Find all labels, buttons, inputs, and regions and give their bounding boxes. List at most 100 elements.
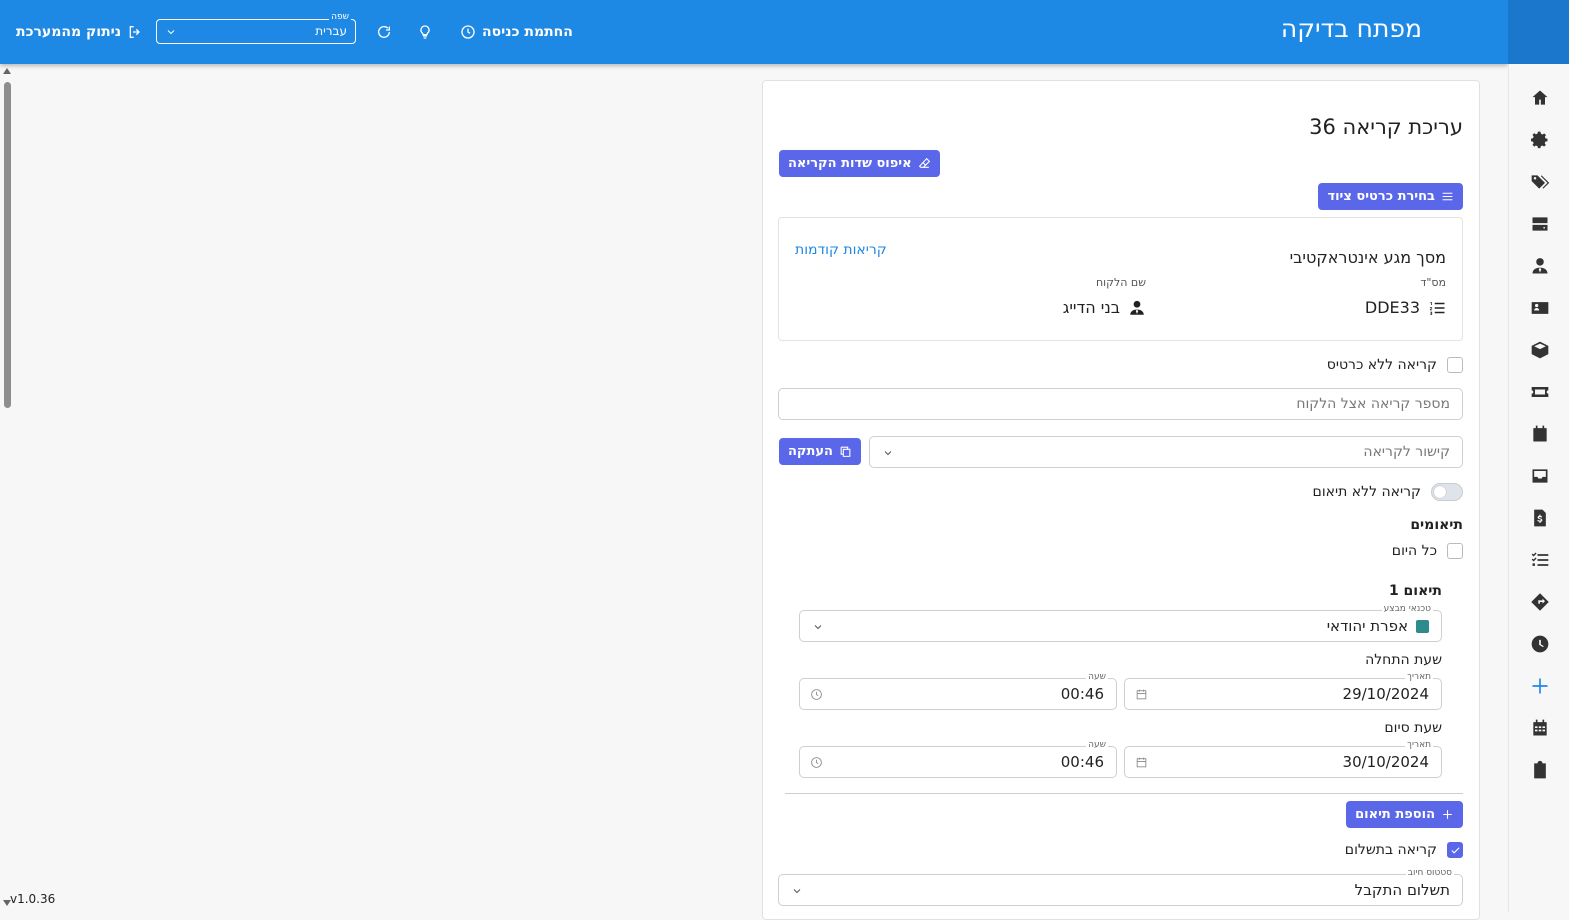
start-time-value: 00:46	[1060, 685, 1104, 703]
plus-icon	[1532, 678, 1548, 694]
edit-call-card: עריכת קריאה 36 איפוס שדות הקריאה בחירת כ…	[762, 80, 1480, 920]
paid-call-checkbox[interactable]: קריאה בתשלום	[1345, 842, 1463, 858]
entry-stamp-button[interactable]: החתמת כניסה	[460, 20, 573, 44]
sidebar-item-tasks[interactable]	[1528, 422, 1552, 446]
clock-icon	[811, 757, 822, 768]
invoice-dollar-icon	[1534, 509, 1546, 527]
home-icon	[1532, 90, 1548, 105]
reset-fields-label: איפוס שדות הקריאה	[788, 156, 912, 171]
sidebar-item-server[interactable]	[1528, 212, 1552, 236]
technician-color-swatch	[1416, 620, 1429, 633]
sidebar-item-technicians[interactable]	[1528, 254, 1552, 278]
calendar-icon	[1136, 757, 1147, 768]
no-schedule-toggle-row[interactable]: קריאה ללא תיאום	[1313, 483, 1463, 501]
scrollbar-thumb[interactable]	[4, 82, 11, 408]
end-time-input[interactable]: שעה 00:46	[799, 740, 1117, 778]
add-schedule-button[interactable]: הוספת תיאום	[1346, 801, 1463, 828]
schedule-divider	[785, 793, 1463, 794]
no-schedule-label: קריאה ללא תיאום	[1312, 484, 1421, 500]
copy-button[interactable]: העתקה	[779, 438, 861, 465]
billing-status-value: תשלום התקבל	[1354, 881, 1450, 899]
end-time-heading: שעת סיום	[1384, 720, 1442, 736]
sidebar-item-home[interactable]	[1528, 86, 1552, 110]
clock-icon	[461, 25, 475, 39]
no-card-checkbox-box[interactable]	[1447, 357, 1463, 373]
call-link-placeholder: קישור לקריאה	[1363, 444, 1450, 460]
start-date-label: תאריך	[1405, 672, 1433, 682]
eraser-icon	[918, 157, 930, 168]
start-date-value: 29/10/2024	[1342, 685, 1429, 703]
billing-status-select[interactable]: סטטוס חיוב תשלום התקבל	[778, 868, 1463, 906]
language-select[interactable]: שפה עברית	[156, 12, 356, 44]
logout-button[interactable]: ניתוק מהמערכת	[16, 20, 143, 44]
sidebar-item-products[interactable]	[1528, 338, 1552, 362]
sidebar-item-reports[interactable]	[1528, 758, 1552, 782]
copy-label: העתקה	[788, 444, 833, 459]
check-icon	[1450, 846, 1460, 854]
sidebar	[1508, 64, 1569, 912]
chevron-down-icon	[884, 451, 892, 456]
end-date-label: תאריך	[1405, 740, 1433, 750]
customer-value-row: בני הדייג	[1063, 298, 1146, 317]
serial-value: DDE33	[1364, 298, 1420, 317]
customer-call-number-placeholder: מספר קריאה אצל הלקוח	[1296, 396, 1450, 412]
previous-calls-link[interactable]: קריאות קודמות	[795, 242, 887, 258]
technician-select[interactable]: טכנאי מבצע אפרת יהודאי	[799, 604, 1442, 642]
list-check-icon	[1531, 552, 1549, 566]
no-card-checkbox[interactable]: קריאה ללא כרטיס	[1327, 357, 1463, 373]
start-date-input[interactable]: תאריך 29/10/2024	[1124, 672, 1442, 710]
end-date-input[interactable]: תאריך 30/10/2024	[1124, 740, 1442, 778]
chevron-down-icon	[814, 625, 822, 630]
sidebar-item-calendar[interactable]	[1528, 716, 1552, 740]
app-title: מפתח בדיקה	[1280, 14, 1422, 43]
serial-value-row: DDE33	[1365, 298, 1446, 317]
box-icon	[1531, 341, 1549, 359]
sidebar-item-inbox[interactable]	[1528, 464, 1552, 488]
end-time-value: 00:46	[1060, 753, 1104, 771]
list-icon	[1442, 192, 1453, 201]
top-bar: מפתח בדיקה החתמת כניסה שפה עברית ניתוק מ…	[0, 0, 1508, 64]
sidebar-item-invoices[interactable]	[1528, 506, 1552, 530]
schedules-heading: תיאומים	[1410, 517, 1463, 533]
paid-call-checkbox-box[interactable]	[1447, 842, 1463, 858]
no-card-label: קריאה ללא כרטיס	[1326, 357, 1437, 373]
customer-value: בני הדייג	[1062, 298, 1120, 317]
lightbulb-icon	[420, 25, 430, 39]
paid-call-label: קריאה בתשלום	[1344, 842, 1437, 858]
sidebar-item-customers[interactable]	[1528, 296, 1552, 320]
customer-label: שם הלקוח	[1095, 276, 1146, 289]
sidebar-item-history[interactable]	[1528, 632, 1552, 656]
sidebar-item-add[interactable]	[1528, 674, 1552, 698]
tips-button[interactable]	[417, 20, 433, 44]
start-time-input[interactable]: שעה 00:46	[799, 672, 1117, 710]
calendar-icon	[1533, 719, 1547, 736]
call-link-select[interactable]: קישור לקריאה	[869, 436, 1463, 468]
select-equipment-button[interactable]: בחירת כרטיס ציוד	[1318, 183, 1463, 210]
server-icon	[1532, 217, 1548, 231]
technician-label: טכנאי מבצע	[1381, 604, 1433, 614]
language-value: עברית	[315, 24, 347, 38]
scroll-up-arrow[interactable]	[3, 68, 11, 74]
end-time-label: שעה	[1086, 740, 1108, 750]
sidebar-item-tickets[interactable]	[1528, 380, 1552, 404]
logout-icon	[129, 26, 141, 38]
select-equipment-label: בחירת כרטיס ציוד	[1327, 189, 1435, 204]
all-day-checkbox-box[interactable]	[1447, 543, 1463, 559]
sidebar-item-settings[interactable]	[1528, 128, 1552, 152]
clock-icon	[1531, 635, 1549, 653]
technician-value-row: אפרת יהודאי	[1327, 617, 1429, 635]
refresh-button[interactable]	[376, 20, 392, 44]
sidebar-header	[1508, 0, 1569, 64]
copy-icon	[840, 446, 851, 457]
logout-label: ניתוק מהמערכת	[16, 24, 122, 40]
sidebar-item-tags[interactable]	[1528, 170, 1552, 194]
reset-fields-button[interactable]: איפוס שדות הקריאה	[779, 150, 940, 177]
clipboard-check-icon	[1534, 760, 1546, 779]
all-day-checkbox[interactable]: כל היום	[1392, 543, 1463, 559]
sidebar-item-directions[interactable]	[1528, 590, 1552, 614]
no-schedule-toggle[interactable]	[1431, 483, 1463, 501]
equipment-card: מסך מגע אינטראקטיבי קריאות קודמות מס"ד D…	[778, 217, 1463, 341]
customer-call-number-input[interactable]: מספר קריאה אצל הלקוח	[778, 388, 1463, 420]
inbox-icon	[1532, 469, 1548, 483]
sidebar-item-checklist[interactable]	[1528, 548, 1552, 572]
